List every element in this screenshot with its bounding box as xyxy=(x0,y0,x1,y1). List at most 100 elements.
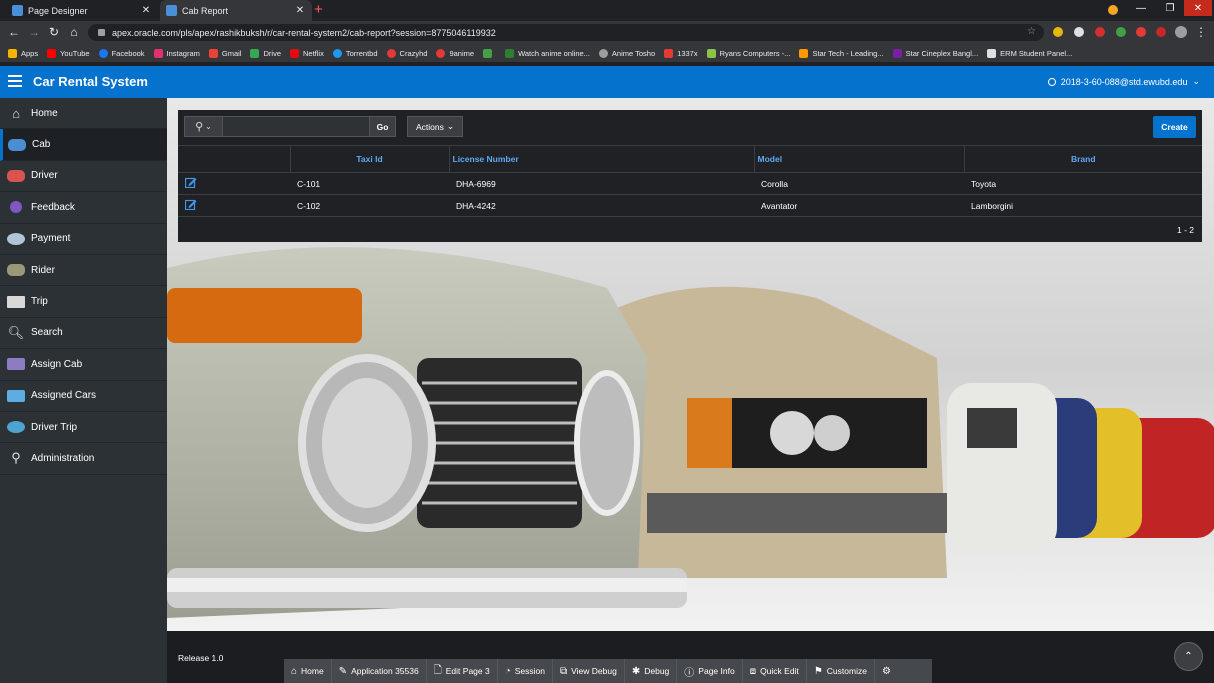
edit-icon[interactable] xyxy=(185,177,197,188)
app-title[interactable]: Car Rental System xyxy=(33,74,148,89)
sidebar-item-driver-trip[interactable]: Driver Trip xyxy=(0,412,167,444)
netflix-icon xyxy=(290,48,299,58)
taxi-id-cell: C-102 xyxy=(290,194,449,217)
bookmark-crazyhd[interactable]: Crazyhd xyxy=(386,48,427,58)
sidebar-item-payment[interactable]: Payment xyxy=(0,224,167,255)
bookmark-unnamed[interactable] xyxy=(483,48,496,58)
scroll-to-top-button[interactable]: ⌃ xyxy=(1174,642,1203,671)
bookmark-drive[interactable]: Drive xyxy=(250,48,281,58)
home-icon[interactable]: ⌂ xyxy=(66,24,82,40)
address-bar[interactable]: apex.oracle.com/pls/apex/rashikbuksh/r/c… xyxy=(88,24,1044,41)
extension-icon[interactable] xyxy=(1095,27,1105,37)
sidebar-item-cab[interactable]: Cab xyxy=(0,129,167,161)
profile-avatar[interactable] xyxy=(1175,26,1187,38)
extensions-puzzle-icon[interactable] xyxy=(1156,27,1166,37)
column-header-license-number[interactable]: License Number xyxy=(448,145,754,173)
sidebar-item-rider[interactable]: Rider xyxy=(0,255,167,287)
bookmark-instagram[interactable]: Instagram xyxy=(153,48,200,58)
browser-tab-page-designer[interactable]: Page Designer ✕ xyxy=(6,0,158,21)
column-header-taxi-id[interactable]: Taxi Id xyxy=(289,145,449,173)
column-header-model[interactable]: Model xyxy=(753,145,964,173)
dev-session-button[interactable]: ◔ Session xyxy=(498,659,554,683)
sidebar-item-assign-cab[interactable]: Assign Cab xyxy=(0,349,167,381)
home-icon: ⌂ xyxy=(12,105,20,121)
edit-cell[interactable] xyxy=(178,172,290,195)
bookmark-watch-anime[interactable]: Watch anime online... xyxy=(505,48,590,58)
forward-icon[interactable]: → xyxy=(26,24,42,40)
user-icon xyxy=(1047,77,1056,86)
back-icon[interactable]: ← xyxy=(6,24,22,40)
bookmark-anime-tosho[interactable]: Anime Tosho xyxy=(598,48,655,58)
extension-icon[interactable] xyxy=(1074,27,1084,37)
sidebar-item-driver[interactable]: Driver xyxy=(0,161,167,193)
edit-icon[interactable] xyxy=(185,199,197,210)
view-debug-icon: ⧉ xyxy=(560,665,568,677)
driver-trip-icon xyxy=(6,419,26,435)
app-header: Car Rental System 2018-3-60-088@std.ewub… xyxy=(0,66,1214,98)
search-icon: ⚲ xyxy=(195,121,204,133)
dev-edit-page-button[interactable]: 🗋︎ Edit Page 3 xyxy=(427,659,498,683)
extension-icon[interactable] xyxy=(1116,27,1126,37)
sidebar-item-administration[interactable]: ⚲ Administration xyxy=(0,443,167,475)
apps-icon xyxy=(8,48,17,58)
sidebar-item-assigned-cars[interactable]: Assigned Cars xyxy=(0,381,167,412)
dev-page-info-button[interactable]: ⓘ Page Info xyxy=(677,659,743,683)
1337x-icon xyxy=(664,48,674,58)
bookmark-netflix[interactable]: Netflix xyxy=(290,48,324,58)
sidebar-nav: ⌂ Home Cab Driver Feedback Payment Rider … xyxy=(0,98,167,683)
actions-menu-button[interactable]: Actions ⌄ xyxy=(407,116,463,137)
gmail-icon xyxy=(208,48,218,58)
release-version: Release 1.0 xyxy=(178,653,224,663)
sidebar-item-search[interactable]: 🔍︎ Search xyxy=(0,318,167,350)
extension-icon[interactable] xyxy=(1053,27,1063,37)
hamburger-menu-icon[interactable] xyxy=(8,75,22,87)
sidebar-item-trip[interactable]: Trip xyxy=(0,286,167,318)
window-close-button[interactable]: ✕ xyxy=(1184,0,1212,16)
bookmark-star-icon[interactable]: ☆ xyxy=(1027,26,1036,37)
create-button[interactable]: Create xyxy=(1153,116,1196,138)
close-icon[interactable]: ✕ xyxy=(294,5,306,16)
dev-quick-edit-button[interactable]: ⧈ Quick Edit xyxy=(743,659,807,683)
bookmark-ryans[interactable]: Ryans Computers -... xyxy=(706,48,790,58)
sidebar-item-feedback[interactable]: Feedback xyxy=(0,192,167,224)
dev-customize-button[interactable]: ⚑ Customize xyxy=(807,659,875,683)
edit-cell[interactable] xyxy=(178,194,290,217)
chevron-down-icon: ⌄ xyxy=(446,121,454,131)
sidebar-item-home[interactable]: ⌂ Home xyxy=(0,98,167,130)
session-icon: ◔ xyxy=(504,665,511,677)
dev-settings-button[interactable]: ⚙ xyxy=(875,659,902,683)
bookmark-1337x[interactable]: 1337x xyxy=(664,48,698,58)
more-menu-icon[interactable]: ⋮ xyxy=(1193,24,1209,40)
anime-icon xyxy=(505,48,515,58)
dev-home-button[interactable]: ⌂ Home xyxy=(284,659,332,683)
drive-icon xyxy=(250,48,260,58)
browser-tab-cab-report[interactable]: Cab Report ✕ xyxy=(160,0,312,21)
bookmark-apps[interactable]: Apps xyxy=(8,48,38,58)
new-tab-button[interactable]: + xyxy=(314,2,323,18)
go-button[interactable]: Go xyxy=(369,116,396,137)
reload-icon[interactable]: ↻ xyxy=(46,24,62,40)
bookmarks-bar: Apps YouTube Facebook Instagram Gmail Dr… xyxy=(0,44,1214,62)
search-column-button[interactable]: ⚲ ⌄ xyxy=(184,116,223,137)
dev-application-button[interactable]: ✎ Application 35536 xyxy=(332,659,427,683)
close-icon[interactable]: ✕ xyxy=(140,5,152,16)
extension-icon[interactable] xyxy=(1136,27,1146,37)
profile-avatar[interactable] xyxy=(1108,5,1118,15)
bookmark-facebook[interactable]: Facebook xyxy=(98,48,145,58)
bookmark-erm[interactable]: ERM Student Panel... xyxy=(987,48,1072,58)
bookmark-torrentbd[interactable]: Torrentbd xyxy=(332,48,378,58)
9anime-icon xyxy=(436,48,446,58)
dev-view-debug-button[interactable]: ⧉ View Debug xyxy=(553,659,625,683)
user-menu[interactable]: 2018-3-60-088@std.ewubd.edu ⌄ xyxy=(1047,76,1200,87)
apex-icon xyxy=(166,5,177,16)
assigned-cars-icon xyxy=(6,388,26,404)
minimize-button[interactable]: — xyxy=(1127,0,1155,16)
column-header-brand[interactable]: Brand xyxy=(963,145,1202,173)
bookmark-star-tech[interactable]: Star Tech - Leading... xyxy=(799,48,884,58)
dev-debug-button[interactable]: ✱ Debug xyxy=(625,659,678,683)
bookmark-star-cineplex[interactable]: Star Cineplex Bangl... xyxy=(892,48,978,58)
bookmark-gmail[interactable]: Gmail xyxy=(208,48,241,58)
maximize-button[interactable]: ❐ xyxy=(1156,0,1184,16)
bookmark-9anime[interactable]: 9anime xyxy=(436,48,474,58)
bookmark-youtube[interactable]: YouTube xyxy=(47,48,90,58)
